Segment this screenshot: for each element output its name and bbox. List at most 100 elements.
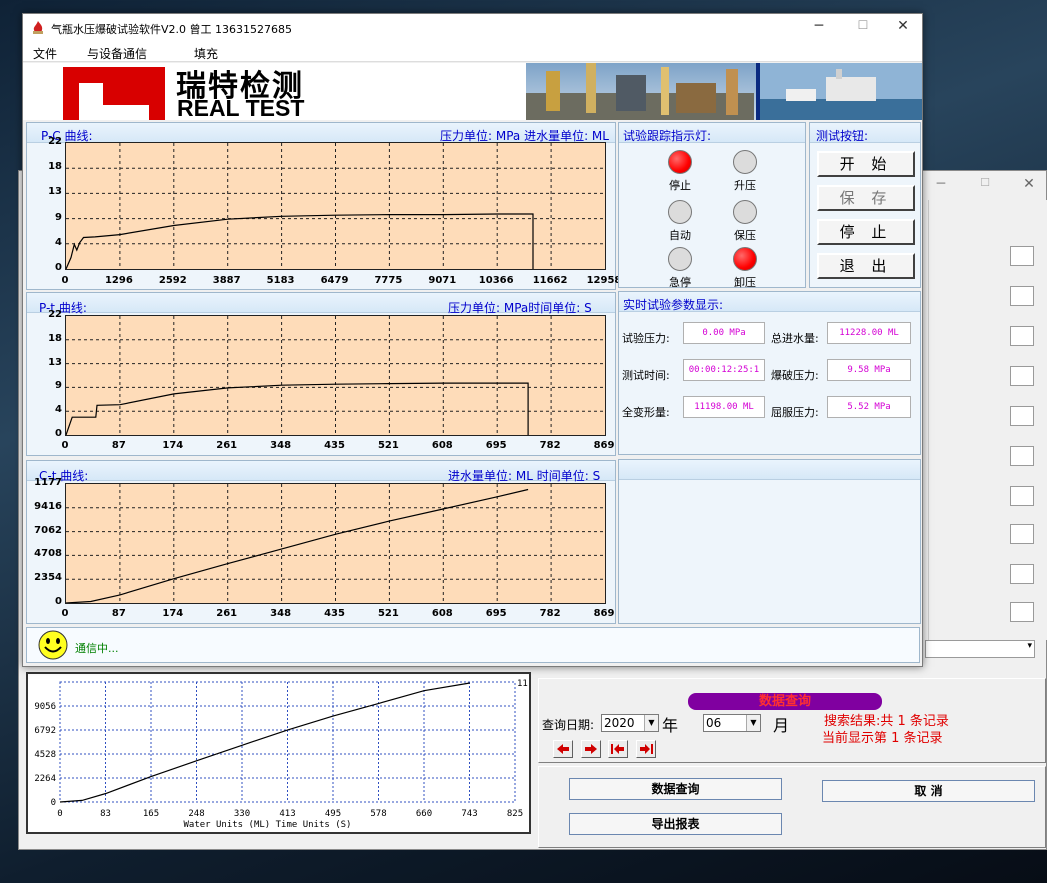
ct-x-tick-label: 348 [270,608,292,619]
bg-y-tick-label: 9056 [34,702,56,712]
query-field-8[interactable] [1010,524,1034,544]
pt-x-tick-label: 782 [539,440,561,451]
test-button-panel: 测试按钮: 开 始 保 存 停 止 退 出 [809,122,921,288]
query-field-3[interactable] [1010,326,1034,346]
export-report-button[interactable]: 导出报表 [569,813,782,835]
bg-y-tick-label: 4528 [34,750,56,760]
pt-x-tick-label: 174 [162,440,184,451]
pc-x-tick-label: 2592 [158,275,187,286]
pc-plot-area [65,142,606,270]
pt-x-tick-label: 521 [377,440,399,451]
pc-y-tick-label: 18 [48,161,62,173]
ct-y-tick-label: 4708 [34,548,62,560]
month-select[interactable]: 06 ▼ [703,714,761,732]
arrow-left-icon [557,744,569,754]
arrow-right-icon [585,744,597,754]
stop-button[interactable]: 停 止 [817,219,915,245]
query-field-5[interactable] [1010,406,1034,426]
bg-y-tick-label: 6792 [34,726,56,736]
query-field-9[interactable] [1010,564,1034,584]
ct-x-tick-label: 521 [377,608,399,619]
chevron-down-icon: ▼ [746,715,760,731]
arrow-last-icon [640,744,653,754]
bg-x-tick-label: 248 [188,809,204,819]
query-maximize-button[interactable]: ☐ [975,176,995,189]
menubar: 文件 与设备通信 填充 [23,42,922,62]
menu-fill[interactable]: 填充 [194,45,218,62]
start-button[interactable]: 开 始 [817,151,915,177]
pt-x-tick-label: 261 [216,440,238,451]
indicator-lamp [733,150,757,174]
arrow-first-icon [611,744,624,754]
test-pressure-value: 0.00 MPa [683,322,765,344]
query-combo[interactable]: ▾ [925,640,1035,658]
menu-device-comm[interactable]: 与设备通信 [87,45,147,62]
pc-x-tick-label: 7775 [374,275,403,286]
pc-x-tick-label: 10366 [478,275,514,286]
bg-x-tick-label: 825 [507,809,523,819]
year-unit: 年 [662,716,679,735]
params-title: 实时试验参数显示: [623,298,724,312]
ct-x-tick-label: 782 [539,608,561,619]
save-button[interactable]: 保 存 [817,185,915,211]
year-select[interactable]: 2020 ▼ [601,714,659,732]
pt-chart-units: 压力单位: MPa时间单位: S [448,301,592,315]
history-chart: 0 2264 4528 6792 9056 0 83 165 248 330 413 495 578 66… [26,672,531,834]
ct-x-tick-label: 261 [216,608,238,619]
query-field-6[interactable] [1010,446,1034,466]
last-record-button[interactable] [636,740,656,758]
status-text: 通信中... [75,642,119,655]
data-query-button[interactable]: 数据查询 [569,778,782,800]
bg-y-tick-label: 2264 [34,774,56,784]
pc-chart-svg [66,143,605,269]
indicator-lamp [668,200,692,224]
minimize-button[interactable]: ─ [809,18,829,34]
pt-y-tick-label: 9 [55,380,62,392]
pc-y-tick-label: 22 [48,136,62,147]
query-date-label: 查询日期: [542,718,595,732]
ct-x-tick-label: 174 [162,608,184,619]
titlebar: 气瓶水压爆破试验软件V2.0 曾工 13631527685 ─ ☐ ✕ [23,14,922,42]
next-record-button[interactable] [581,740,601,758]
month-value: 06 [706,716,722,730]
ct-chart-units: 进水量单位: ML 时间单位: S [448,469,601,483]
pt-x-tick-label: 435 [324,440,345,451]
maximize-button[interactable]: ☐ [853,18,873,32]
query-field-10[interactable] [1010,602,1034,622]
bg-x-tick-label: 83 [100,809,111,819]
indicator-panel: 试验跟踪指示灯: 停止 升压 自动 保压 急停 卸压 [618,122,806,289]
pt-chart-svg [66,316,605,435]
main-window[interactable]: 气瓶水压爆破试验软件V2.0 曾工 13631527685 ─ ☐ ✕ 文件 与… [22,13,923,667]
indicator-lamp [668,247,692,271]
blank-panel-header [619,460,920,480]
query-field-1[interactable] [1010,246,1034,266]
prev-record-button[interactable] [553,740,573,758]
close-button[interactable]: ✕ [893,18,913,34]
exit-button[interactable]: 退 出 [817,253,915,279]
pc-chart-panel: P-C 曲线: 压力单位: MPa 进水量单位: ML 0 4 9 13 18 22 01… [26,122,621,290]
pt-series-line [66,382,529,435]
ct-x-tick-label: 695 [485,608,507,619]
bg-x-tick-label: 165 [143,809,159,819]
pc-x-tick-label: 11662 [532,275,568,286]
pt-plot-area [65,315,606,436]
menu-file[interactable]: 文件 [33,45,57,62]
query-title-badge: 数据查询 [688,693,882,710]
pc-x-tick-label: 1296 [104,275,133,286]
query-field-7[interactable] [1010,486,1034,506]
pt-x-tick-label: 0 [61,440,69,451]
app-flame-icon [33,21,43,34]
history-chart-svg: 0 2264 4528 6792 9056 0 83 165 248 330 413 495 578 66… [34,679,528,830]
pt-y-tick-label: 4 [55,404,62,416]
pc-x-tick-label: 9071 [428,275,457,286]
query-field-2[interactable] [1010,286,1034,306]
total-water-label: 总进水量: [771,332,819,345]
logo-english-text: REAL TEST [177,95,305,120]
query-minimize-button[interactable]: ─ [931,176,951,192]
query-field-4[interactable] [1010,366,1034,386]
ct-x-tick-label: 0 [61,608,69,619]
query-close-button[interactable]: ✕ [1019,176,1039,192]
ct-y-tick-label: 9416 [34,500,62,512]
cancel-button[interactable]: 取 消 [822,780,1035,802]
first-record-button[interactable] [608,740,628,758]
